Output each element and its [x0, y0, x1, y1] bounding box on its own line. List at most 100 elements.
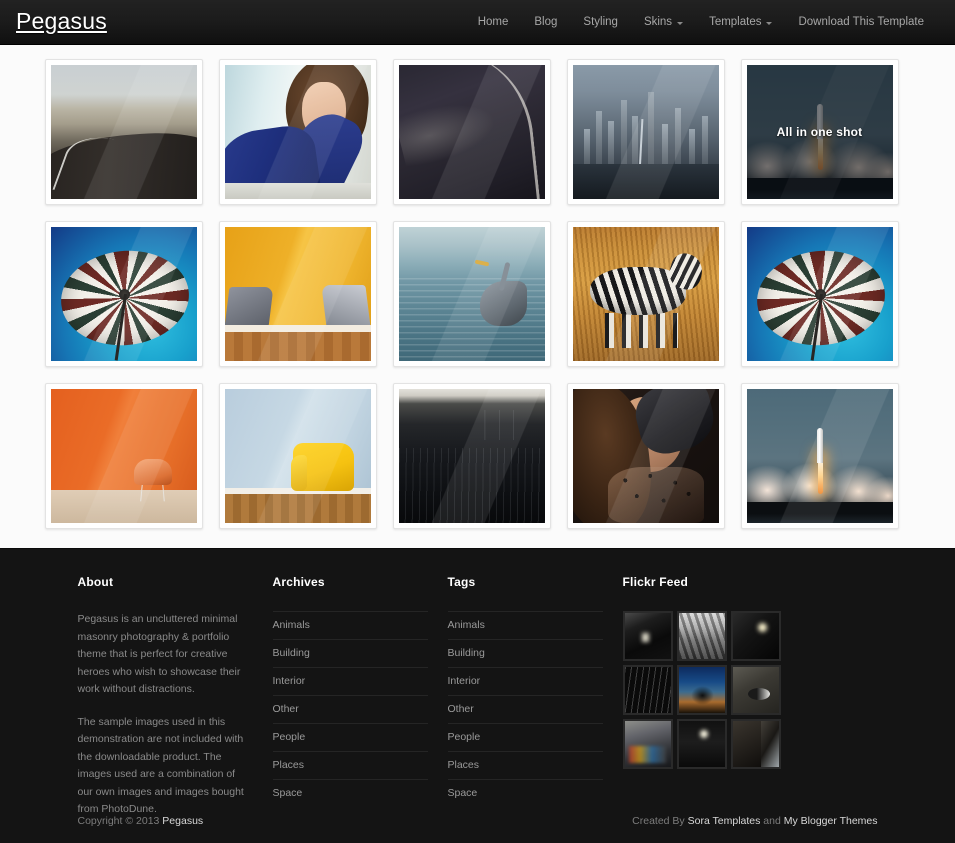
- flickr-thumb-tree-lined-path-bw[interactable]: [677, 611, 727, 661]
- gallery-item-rocket-launch-dark[interactable]: All in one shot: [741, 59, 899, 205]
- footer-widget-archives: Archives Animals Building Interior Other…: [273, 575, 448, 834]
- flickr-thumb-railway-tracks-sunrise[interactable]: [623, 665, 673, 715]
- nav-label: Styling: [583, 0, 618, 45]
- thumbnail-image: [51, 389, 197, 523]
- thumbnail-image: [573, 227, 719, 361]
- gallery-grid: All in one shot: [43, 59, 913, 529]
- nav-item-skins[interactable]: Skins: [631, 0, 696, 45]
- flickr-thumb-old-wooden-house[interactable]: [731, 719, 781, 769]
- tags-list: Animals Building Interior Other People P…: [448, 611, 603, 807]
- thumbnail-image: [225, 389, 371, 523]
- thumbnail-image: All in one shot: [747, 65, 893, 199]
- site-header: Pegasus Home Blog Styling Skins Template…: [0, 0, 955, 45]
- archive-link-animals[interactable]: Animals: [273, 612, 428, 639]
- thumbnail-image: [573, 65, 719, 199]
- list-item: Interior: [448, 667, 603, 695]
- archive-link-people[interactable]: People: [273, 724, 428, 751]
- nav-label: Templates: [709, 0, 761, 45]
- copyright-prefix: Copyright © 2013: [78, 815, 163, 827]
- list-item: Building: [273, 639, 428, 667]
- tag-link-animals[interactable]: Animals: [448, 612, 603, 639]
- flickr-thumb-cat-on-pavement[interactable]: [731, 665, 781, 715]
- nav-item-download-this-template[interactable]: Download This Template: [785, 0, 937, 45]
- thumbnail-image: [225, 65, 371, 199]
- thumbnail-image: [399, 227, 545, 361]
- thumbnail-image: [399, 389, 545, 523]
- thumbnail-image: [747, 389, 893, 523]
- copyright-site-link[interactable]: Pegasus: [162, 815, 203, 827]
- list-item: Animals: [448, 611, 603, 639]
- nav-item-styling[interactable]: Styling: [570, 0, 631, 45]
- tag-link-building[interactable]: Building: [448, 640, 603, 667]
- archive-link-other[interactable]: Other: [273, 696, 428, 723]
- gallery-item-striped-beach-umbrella[interactable]: [45, 221, 203, 367]
- flickr-thumb-tree-dusk-blue-sky[interactable]: [677, 665, 727, 715]
- chevron-down-icon: [766, 22, 772, 25]
- footer-columns: About Pegasus is an uncluttered minimal …: [78, 549, 878, 834]
- list-item: Places: [273, 751, 428, 779]
- credit-link-sora-templates[interactable]: Sora Templates: [688, 815, 761, 827]
- tag-link-places[interactable]: Places: [448, 752, 603, 779]
- thumbnail-image: [573, 389, 719, 523]
- footer-widget-flickr: Flickr Feed: [623, 575, 828, 834]
- copyright: Copyright © 2013 Pegasus: [78, 815, 204, 827]
- gallery-item-rocket-launch-day[interactable]: [741, 383, 899, 529]
- gallery-item-city-harbour-skyline[interactable]: [567, 59, 725, 205]
- site-logo[interactable]: Pegasus: [16, 10, 107, 35]
- list-item: Other: [273, 695, 428, 723]
- list-item: Animals: [273, 611, 428, 639]
- about-paragraph: Pegasus is an uncluttered minimal masonr…: [78, 611, 253, 699]
- list-item: Interior: [273, 667, 428, 695]
- flickr-thumb-dark-narrow-alley[interactable]: [677, 719, 727, 769]
- gallery-item-striped-beach-umbrella-2[interactable]: [741, 221, 899, 367]
- main-nav: Home Blog Styling Skins Templates Downlo…: [465, 0, 937, 45]
- tag-link-interior[interactable]: Interior: [448, 668, 603, 695]
- credit-middle: and: [760, 815, 783, 827]
- thumbnail-image: [225, 227, 371, 361]
- tag-link-other[interactable]: Other: [448, 696, 603, 723]
- gallery-item-heron-in-water[interactable]: [393, 221, 551, 367]
- thumbnail-image: [747, 227, 893, 361]
- footer-widget-title: Tags: [448, 575, 603, 589]
- archive-link-building[interactable]: Building: [273, 640, 428, 667]
- tag-link-people[interactable]: People: [448, 724, 603, 751]
- site-footer: About Pegasus is an uncluttered minimal …: [0, 548, 955, 843]
- footer-bottom-bar: Copyright © 2013 Pegasus Created By Sora…: [78, 799, 878, 843]
- list-item: People: [273, 723, 428, 751]
- thumbnail-image: [51, 227, 197, 361]
- thumbnail-caption: All in one shot: [747, 65, 893, 199]
- gallery-item-desert-highway[interactable]: [45, 59, 203, 205]
- credits: Created By Sora Templates and My Blogger…: [632, 815, 877, 827]
- list-item: Places: [448, 751, 603, 779]
- flickr-thumb-street-market-shop[interactable]: [623, 719, 673, 769]
- list-item: Other: [448, 695, 603, 723]
- gallery-item-woman-portrait-blue[interactable]: [219, 59, 377, 205]
- gallery-item-aerial-winding-road[interactable]: [393, 59, 551, 205]
- footer-widget-title: Archives: [273, 575, 428, 589]
- nav-label: Download This Template: [798, 0, 924, 45]
- flickr-grid: [623, 611, 783, 769]
- archive-link-places[interactable]: Places: [273, 752, 428, 779]
- nav-label: Home: [478, 0, 509, 45]
- nav-label: Skins: [644, 0, 672, 45]
- content-area: All in one shot: [0, 45, 955, 548]
- list-item: People: [448, 723, 603, 751]
- nav-label: Blog: [534, 0, 557, 45]
- thumbnail-image: [399, 65, 545, 199]
- nav-item-templates[interactable]: Templates: [696, 0, 785, 45]
- footer-widget-tags: Tags Animals Building Interior Other Peo…: [448, 575, 623, 834]
- gallery-item-fashion-portrait-dark[interactable]: [567, 383, 725, 529]
- gallery-item-dark-moody-field[interactable]: [393, 383, 551, 529]
- gallery-item-yellow-wall-chairs[interactable]: [219, 221, 377, 367]
- gallery-item-blue-wall-yellow-armchair[interactable]: [219, 383, 377, 529]
- flickr-thumb-dark-street-light[interactable]: [731, 611, 781, 661]
- gallery-item-zebra-savanna[interactable]: [567, 221, 725, 367]
- list-item: Building: [448, 639, 603, 667]
- gallery-item-orange-wall-chair[interactable]: [45, 383, 203, 529]
- archive-link-interior[interactable]: Interior: [273, 668, 428, 695]
- nav-item-blog[interactable]: Blog: [521, 0, 570, 45]
- footer-widget-title: Flickr Feed: [623, 575, 828, 589]
- credit-link-my-blogger-themes[interactable]: My Blogger Themes: [784, 815, 878, 827]
- flickr-thumb-night-alley-bw[interactable]: [623, 611, 673, 661]
- nav-item-home[interactable]: Home: [465, 0, 522, 45]
